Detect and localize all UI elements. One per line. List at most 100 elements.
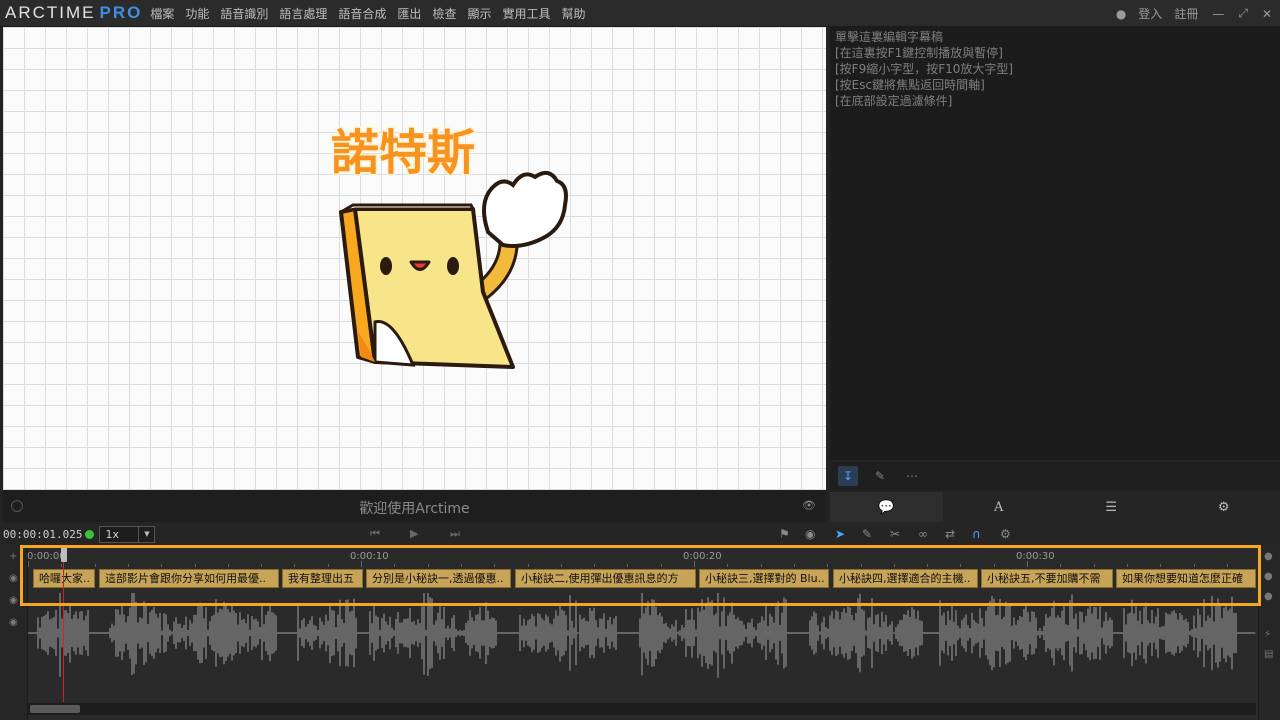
editor-line: [在底部設定過濾條件] [835,94,953,108]
ruler-tick [1193,564,1195,567]
tab-font-style-icon[interactable]: A [943,492,1056,522]
eye-icon[interactable]: ◉ [9,595,18,606]
zoom-knob-icon[interactable]: ● [1264,571,1273,582]
register-link[interactable]: 註冊 [1174,5,1198,22]
preview-subtitle-text: 歡迎使用Arctime [359,501,470,517]
menu-function[interactable]: 功能 [185,5,209,22]
link-icon[interactable]: ∞ [918,527,928,541]
bookmark-icon[interactable]: ⚑ [779,527,790,541]
scissors-icon[interactable]: ✂ [890,527,900,541]
ruler-tick [594,564,596,567]
playhead-handle[interactable] [61,546,67,562]
zoom-knob-icon[interactable]: ● [1264,551,1273,562]
menu-file[interactable]: 檔案 [150,5,174,22]
subtitle-track[interactable]: 哈囉大家.. 這部影片會跟你分享如何用最優.. 我有整理出五 分別是小秘訣一,透… [28,569,1256,589]
app-logo: ARCTIME PRO [5,3,142,23]
ruler-tick [760,564,762,567]
editor-line: 單擊這裏編輯字幕稿 [835,30,944,44]
caret-down-icon: ▼ [138,526,154,542]
subtitle-block[interactable]: 如果你想要知道怎麼正確 [1116,569,1256,588]
prev-icon[interactable]: ⏮ [370,527,380,541]
fullscreen-icon[interactable]: ⤢ [1238,6,1248,21]
editor-line: [在這裏按F1鍵控制播放與暫停] [835,46,1003,60]
audio-waveform[interactable] [28,593,1256,703]
ruler-tick [1126,564,1128,567]
ruler-tick [927,564,929,567]
subtitle-block[interactable]: 小秘訣二,使用彈出優惠訊息的方 [515,569,696,588]
minimize-icon[interactable]: — [1212,7,1224,21]
subtitle-block[interactable]: 小秘訣四,選擇適合的主機.. [833,569,978,588]
menu-speech-synthesis[interactable]: 語音合成 [338,5,386,22]
ruler-tick [361,561,362,567]
ruler-tick [627,564,629,567]
eye-icon[interactable]: 👁 [802,499,816,512]
ruler-tick [1027,561,1028,567]
menu-display[interactable]: 顯示 [467,5,491,22]
zoom-knob-icon[interactable]: ● [1264,591,1273,602]
editor-line: [按Esc鍵將焦點返回時間軸] [835,78,985,92]
script-editor[interactable]: 單擊這裏編輯字幕稿 [在這裏按F1鍵控制播放與暫停] [按F9縮小字型，按F10… [830,27,1280,460]
camera-icon[interactable]: ◉ [805,527,815,541]
menu-tools[interactable]: 實用工具 [502,5,550,22]
menu-bar: ARCTIME PRO 檔案 功能 語音識別 語言處理 語音合成 匯出 檢查 顯示… [0,0,1280,27]
scrollbar-thumb[interactable] [30,705,80,713]
lightning-icon[interactable]: ⚡ [1264,629,1271,640]
pencil-icon[interactable]: ✎ [870,466,890,486]
tab-list-icon[interactable]: ☰ [1055,492,1168,522]
subtitle-block[interactable]: 哈囉大家.. [33,569,95,588]
playback-speed-select[interactable]: 1x ▼ [99,525,156,543]
playhead[interactable] [63,562,64,702]
ruler-tick [161,564,163,567]
edit-icon[interactable]: ✎ [862,527,872,541]
add-track-icon[interactable]: + [9,551,17,562]
close-icon[interactable]: ✕ [1262,7,1272,21]
eye-icon[interactable]: ◉ [9,617,18,628]
video-preview[interactable]: 諾特斯 [3,27,826,490]
timeline-scrollbar[interactable] [28,703,1256,715]
play-icon[interactable]: ▶ [410,527,418,540]
ruler-tick [860,564,862,567]
subtitle-block[interactable]: 我有整理出五 [282,569,363,588]
mascot-title-text: 諾特斯 [331,125,475,181]
select-pointer-icon[interactable]: ➤ [835,527,845,541]
menu-language-processing[interactable]: 語言處理 [279,5,327,22]
editor-toolbar: ↧ ✎ ⋯ [830,462,1280,490]
magnet-icon[interactable]: ∩ [972,527,981,541]
menu-check[interactable]: 檢查 [432,5,456,22]
swap-icon[interactable]: ⇄ [945,527,955,541]
tick-label: 0:00:30 [1016,551,1055,562]
ruler-tick [893,564,895,567]
subtitle-block[interactable]: 小秘訣三,選擇對的 Blu.. [699,569,829,588]
ruler-tick [460,564,462,567]
timeline[interactable]: + ◉ ◉ ◉ 0:00:00 0:00:10 0:00:20 0:00:30 … [0,545,1280,720]
tab-subtitles-icon[interactable]: 💬 [830,492,943,522]
panel-icon[interactable]: ▤ [1264,649,1273,660]
more-icon[interactable]: ⋯ [902,466,922,486]
logo-pro: PRO [99,3,143,22]
import-arrow-icon[interactable]: ↧ [838,466,858,486]
ruler-tick [394,564,396,567]
ruler-tick [960,564,962,567]
menu-speech-recognition[interactable]: 語音識別 [220,5,268,22]
ruler-tick [560,564,562,567]
subtitle-block[interactable]: 這部影片會跟你分享如何用最優.. [99,569,279,588]
ruler-tick [727,564,729,567]
menu-help[interactable]: 幫助 [561,5,585,22]
tick-label: 0:00:20 [683,551,722,562]
ruler-tick [694,561,695,567]
login-link[interactable]: 登入 [1138,5,1162,22]
ruler-tick [993,564,995,567]
eye-icon[interactable]: ◉ [9,573,18,584]
gear-icon[interactable]: ⚙ [1000,527,1011,541]
transport-bar: 00:00:01.025 1x ▼ ⏮ ▶ ⏭ ⚑ ◉ ➤ ✎ ✂ ∞ ⇄ ∩ … [0,523,1280,545]
time-ruler[interactable]: 0:00:00 0:00:10 0:00:20 0:00:30 [27,545,1256,567]
ruler-tick [327,564,329,567]
subtitle-block[interactable]: 分別是小秘訣一,透過優惠.. [366,569,511,588]
subtitle-block[interactable]: 小秘訣五,不要加購不需 [981,569,1113,588]
ruler-tick [660,564,662,567]
preview-subtitle-bar: 歡迎使用Arctime 👁 [3,490,826,522]
speed-value: 1x [105,527,119,541]
next-icon[interactable]: ⏭ [450,527,460,541]
tab-settings-sliders-icon[interactable]: ⚙ [1168,492,1280,522]
menu-export[interactable]: 匯出 [397,5,421,22]
